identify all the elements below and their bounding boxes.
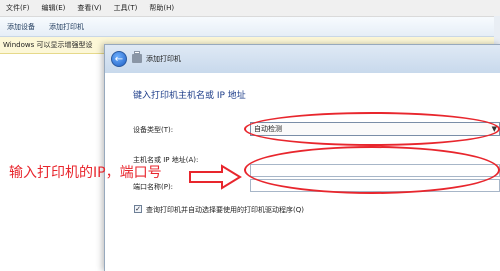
- back-arrow-icon[interactable]: ←: [111, 51, 127, 67]
- menu-help[interactable]: 帮助(H): [143, 3, 180, 13]
- menu-tools[interactable]: 工具(T): [108, 3, 144, 13]
- annotation-text: 输入打印机的IP，端口号: [9, 165, 162, 181]
- dialog-heading: 键入打印机主机名或 IP 地址: [133, 91, 246, 101]
- annotation-ellipse-device-type: [244, 112, 500, 146]
- annotation-ellipse-host-port: [244, 146, 500, 194]
- menu-file[interactable]: 文件(F): [0, 3, 36, 13]
- checkmark-icon: ✓: [135, 205, 141, 213]
- dialog-title: 添加打印机: [146, 55, 181, 63]
- menu-bar: 文件(F) 编辑(E) 查看(V) 工具(T) 帮助(H): [0, 0, 500, 17]
- menu-edit[interactable]: 编辑(E): [36, 3, 72, 13]
- query-printer-checkbox[interactable]: ✓: [134, 205, 142, 213]
- toolbar: 添加设备 添加打印机: [0, 17, 500, 37]
- add-device-button[interactable]: 添加设备: [0, 22, 42, 32]
- add-printer-button[interactable]: 添加打印机: [42, 22, 91, 32]
- dialog-titlebar: ← 添加打印机: [105, 45, 500, 73]
- device-type-label: 设备类型(T):: [133, 126, 174, 134]
- menu-view[interactable]: 查看(V): [71, 3, 107, 13]
- query-printer-label[interactable]: 查询打印机并自动选择要使用的打印机驱动程序(Q): [146, 205, 304, 215]
- printer-icon: [132, 51, 142, 63]
- port-label: 端口名称(P):: [133, 183, 174, 191]
- annotation-arrow: [189, 164, 242, 190]
